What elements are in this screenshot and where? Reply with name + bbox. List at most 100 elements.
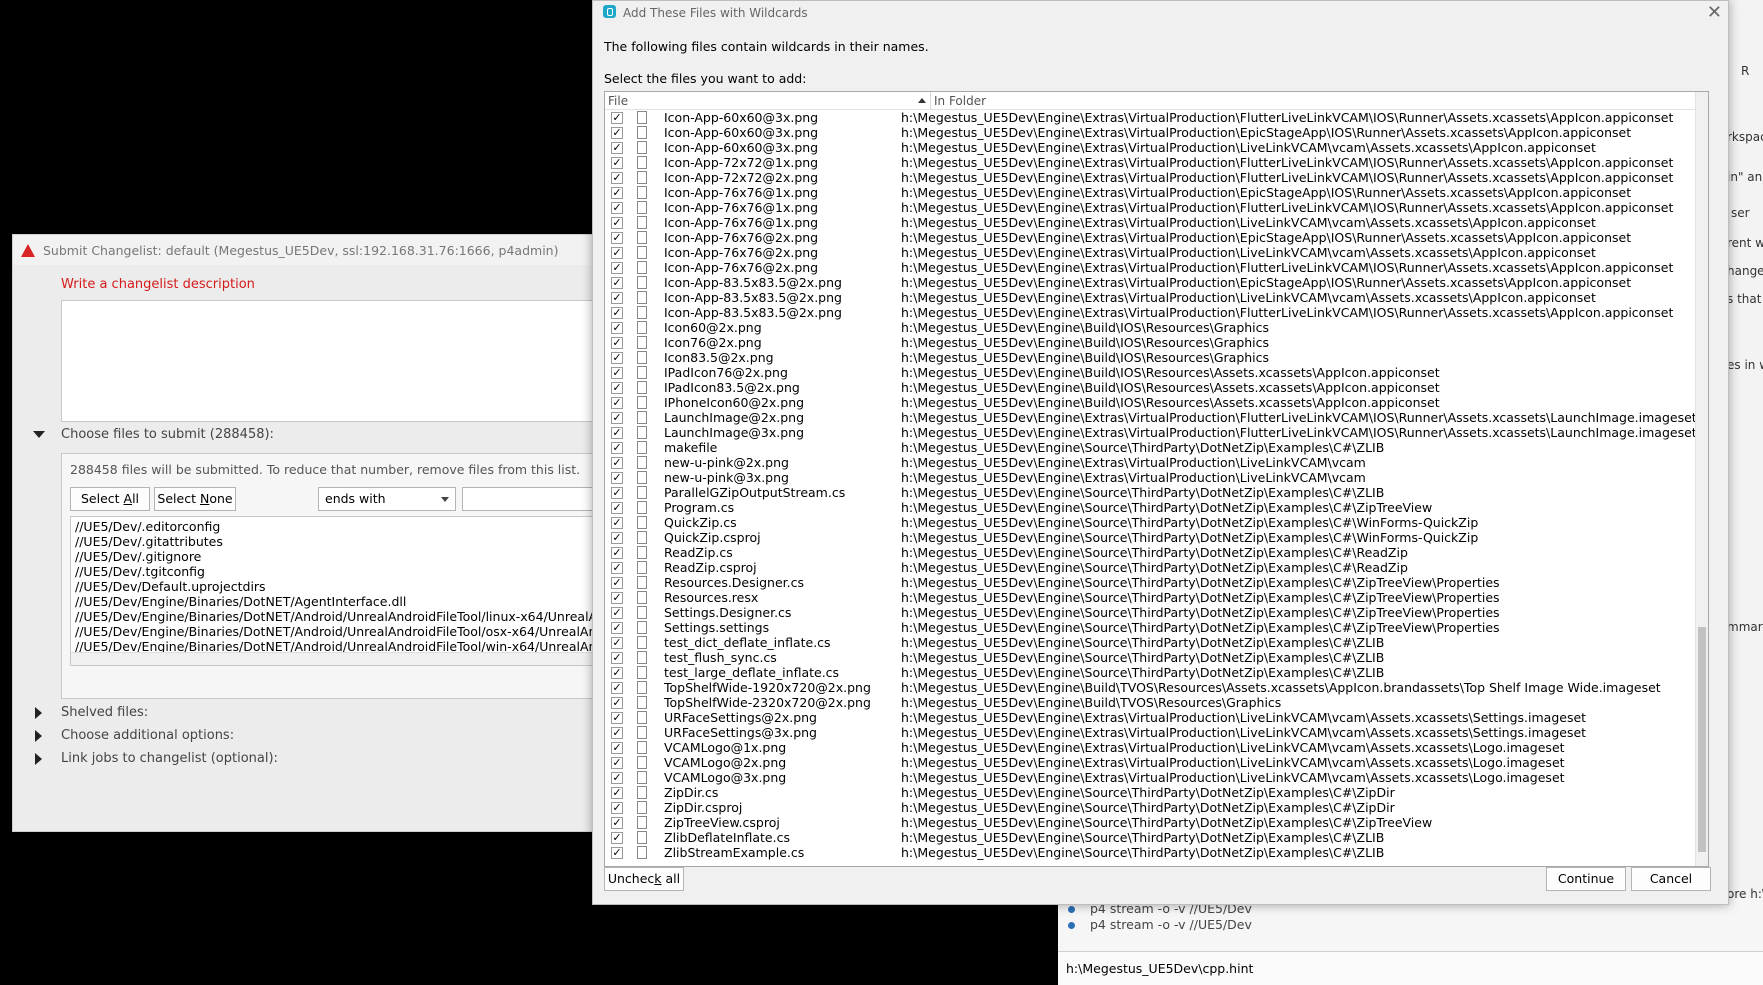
table-row[interactable]: ✓ ZipDir.cs h:\Megestus_UE5Dev\Engine\Sour… — [605, 785, 1695, 800]
choose-files-label[interactable]: Choose files to submit (288458): — [61, 427, 274, 442]
table-row[interactable]: ✓ ZipDir.csproj h:\Megestus_UE5Dev\Engine\… — [605, 800, 1695, 815]
table-row[interactable]: ✓ Icon-App-83.5x83.5@2x.png h:\Megestus_UE… — [605, 290, 1695, 305]
table-row[interactable]: ✓ Icon-App-72x72@2x.png h:\Megestus_UE5Dev… — [605, 170, 1695, 185]
row-checkbox[interactable]: ✓ — [611, 322, 623, 334]
table-row[interactable]: ✓ Icon-App-76x76@2x.png h:\Megestus_UE5Dev… — [605, 260, 1695, 275]
row-checkbox[interactable]: ✓ — [611, 682, 623, 694]
row-checkbox[interactable]: ✓ — [611, 472, 623, 484]
table-row[interactable]: ✓ ParallelGZipOutputStream.cs h:\Megestus_… — [605, 485, 1695, 500]
table-row[interactable]: ✓ ZlibDeflateInflate.cs h:\Megestus_UE5Dev… — [605, 830, 1695, 845]
row-checkbox[interactable]: ✓ — [611, 787, 623, 799]
row-checkbox[interactable]: ✓ — [611, 277, 623, 289]
row-checkbox[interactable]: ✓ — [611, 412, 623, 424]
column-header-file[interactable]: File — [608, 94, 628, 108]
row-checkbox[interactable]: ✓ — [611, 652, 623, 664]
list-item[interactable]: //UE5/Dev/.gitattributes — [75, 534, 223, 549]
table-row[interactable]: ✓ Settings.settings h:\Megestus_UE5Dev\Eng… — [605, 620, 1695, 635]
table-row[interactable]: ✓ Icon83.5@2x.png h:\Megestus_UE5Dev\Engin… — [605, 350, 1695, 365]
table-row[interactable]: ✓ Icon-App-83.5x83.5@2x.png h:\Megestus_UE… — [605, 305, 1695, 320]
row-checkbox[interactable]: ✓ — [611, 307, 623, 319]
row-checkbox[interactable]: ✓ — [611, 427, 623, 439]
row-checkbox[interactable]: ✓ — [611, 847, 623, 859]
row-checkbox[interactable]: ✓ — [611, 667, 623, 679]
row-checkbox[interactable]: ✓ — [611, 712, 623, 724]
table-row[interactable]: ✓ Icon60@2x.png h:\Megestus_UE5Dev\Engine\… — [605, 320, 1695, 335]
table-row[interactable]: ✓ new-u-pink@2x.png h:\Megestus_UE5Dev\Eng… — [605, 455, 1695, 470]
row-checkbox[interactable]: ✓ — [611, 442, 623, 454]
vertical-scrollbar[interactable] — [1695, 92, 1708, 866]
table-row[interactable]: ✓ Icon-App-72x72@1x.png h:\Megestus_UE5Dev… — [605, 155, 1695, 170]
row-checkbox[interactable]: ✓ — [611, 232, 623, 244]
table-row[interactable]: ✓ Settings.Designer.cs h:\Megestus_UE5Dev\… — [605, 605, 1695, 620]
table-row[interactable]: ✓ ReadZip.csproj h:\Megestus_UE5Dev\Engine… — [605, 560, 1695, 575]
row-checkbox[interactable]: ✓ — [611, 202, 623, 214]
table-row[interactable]: ✓ Icon-App-60x60@3x.png h:\Megestus_UE5Dev… — [605, 140, 1695, 155]
select-none-button[interactable]: Select None — [154, 487, 236, 511]
row-checkbox[interactable]: ✓ — [611, 367, 623, 379]
row-checkbox[interactable]: ✓ — [611, 637, 623, 649]
row-checkbox[interactable]: ✓ — [611, 622, 623, 634]
table-row[interactable]: ✓ VCAMLogo@2x.png h:\Megestus_UE5Dev\Engin… — [605, 755, 1695, 770]
table-row[interactable]: ✓ VCAMLogo@3x.png h:\Megestus_UE5Dev\Engin… — [605, 770, 1695, 785]
row-checkbox[interactable]: ✓ — [611, 757, 623, 769]
table-row[interactable]: ✓ Icon-App-60x60@3x.png h:\Megestus_UE5Dev… — [605, 110, 1695, 125]
horizontal-scrollbar[interactable] — [71, 652, 631, 665]
row-checkbox[interactable]: ✓ — [611, 502, 623, 514]
table-row[interactable]: ✓ Icon-App-83.5x83.5@2x.png h:\Megestus_UE… — [605, 275, 1695, 290]
expand-triangle-icon[interactable] — [35, 707, 42, 719]
table-row[interactable]: ✓ QuickZip.cs h:\Megestus_UE5Dev\Engine\So… — [605, 515, 1695, 530]
list-item[interactable]: //UE5/Dev/.tgitconfig — [75, 564, 205, 579]
row-checkbox[interactable]: ✓ — [611, 832, 623, 844]
table-row[interactable]: ✓ test_flush_sync.cs h:\Megestus_UE5Dev\En… — [605, 650, 1695, 665]
column-divider[interactable] — [930, 92, 931, 109]
row-checkbox[interactable]: ✓ — [611, 487, 623, 499]
table-row[interactable]: ✓ URFaceSettings@2x.png h:\Megestus_UE5Dev… — [605, 710, 1695, 725]
row-checkbox[interactable]: ✓ — [611, 112, 623, 124]
table-row[interactable]: ✓ Resources.resx h:\Megestus_UE5Dev\Engine… — [605, 590, 1695, 605]
column-header-folder[interactable]: In Folder — [934, 94, 986, 108]
cancel-button[interactable]: Cancel — [1631, 867, 1711, 891]
row-checkbox[interactable]: ✓ — [611, 592, 623, 604]
table-row[interactable]: ✓ Icon-App-60x60@3x.png h:\Megestus_UE5Dev… — [605, 125, 1695, 140]
row-checkbox[interactable]: ✓ — [611, 547, 623, 559]
close-icon[interactable]: ✕ — [1707, 2, 1722, 23]
collapse-triangle-icon[interactable] — [33, 431, 45, 438]
table-row[interactable]: ✓ LaunchImage@3x.png h:\Megestus_UE5Dev\En… — [605, 425, 1697, 440]
files-table[interactable]: File In Folder ✓ Icon-App-60x60@3x.png h:\… — [604, 91, 1709, 867]
list-item[interactable]: //UE5/Dev/Engine/Binaries/DotNET/AgentIn… — [75, 594, 406, 609]
table-row[interactable]: ✓ URFaceSettings@3x.png h:\Megestus_UE5Dev… — [605, 725, 1695, 740]
list-item[interactable]: //UE5/Dev/Engine/Binaries/DotNET/Android… — [75, 609, 625, 624]
table-row[interactable]: ✓ Icon-App-76x76@2x.png h:\Megestus_UE5Dev… — [605, 230, 1695, 245]
continue-button[interactable]: Continue — [1546, 867, 1626, 891]
table-row[interactable]: ✓ test_large_deflate_inflate.cs h:\Megestu… — [605, 665, 1695, 680]
row-checkbox[interactable]: ✓ — [611, 172, 623, 184]
row-checkbox[interactable]: ✓ — [611, 157, 623, 169]
table-row[interactable]: ✓ Icon-App-76x76@2x.png h:\Megestus_UE5Dev… — [605, 245, 1695, 260]
filter-mode-select[interactable]: ends with — [318, 487, 456, 511]
row-checkbox[interactable]: ✓ — [611, 187, 623, 199]
row-checkbox[interactable]: ✓ — [611, 817, 623, 829]
table-row[interactable]: ✓ IPadIcon76@2x.png h:\Megestus_UE5Dev\Eng… — [605, 365, 1695, 380]
row-checkbox[interactable]: ✓ — [611, 802, 623, 814]
table-row[interactable]: ✓ ZlibStreamExample.cs h:\Megestus_UE5Dev\… — [605, 845, 1695, 860]
list-item[interactable]: //UE5/Dev/Default.uprojectdirs — [75, 579, 266, 594]
table-row[interactable]: ✓ Icon-App-76x76@1x.png h:\Megestus_UE5Dev… — [605, 185, 1695, 200]
table-row[interactable]: ✓ makefile h:\Megestus_UE5Dev\Engine\Sourc… — [605, 440, 1695, 455]
row-checkbox[interactable]: ✓ — [611, 217, 623, 229]
row-checkbox[interactable]: ✓ — [611, 247, 623, 259]
expand-triangle-icon[interactable] — [35, 753, 42, 765]
table-row[interactable]: ✓ LaunchImage@2x.png h:\Megestus_UE5Dev\En… — [605, 410, 1697, 425]
table-row[interactable]: ✓ ZipTreeView.csproj h:\Megestus_UE5Dev\En… — [605, 815, 1695, 830]
row-checkbox[interactable]: ✓ — [611, 772, 623, 784]
row-checkbox[interactable]: ✓ — [611, 562, 623, 574]
table-row[interactable]: ✓ IPadIcon83.5@2x.png h:\Megestus_UE5Dev\E… — [605, 380, 1695, 395]
select-all-button[interactable]: Select All — [70, 487, 150, 511]
row-checkbox[interactable]: ✓ — [611, 727, 623, 739]
list-item[interactable]: //UE5/Dev/.gitignore — [75, 549, 201, 564]
expand-triangle-icon[interactable] — [35, 730, 42, 742]
list-item[interactable]: //UE5/Dev/.editorconfig — [75, 519, 220, 534]
row-checkbox[interactable]: ✓ — [611, 292, 623, 304]
row-checkbox[interactable]: ✓ — [611, 517, 623, 529]
submit-file-list[interactable]: //UE5/Dev/.editorconfig //UE5/Dev/.gitat… — [70, 516, 632, 666]
scrollbar-thumb[interactable] — [1698, 627, 1706, 852]
